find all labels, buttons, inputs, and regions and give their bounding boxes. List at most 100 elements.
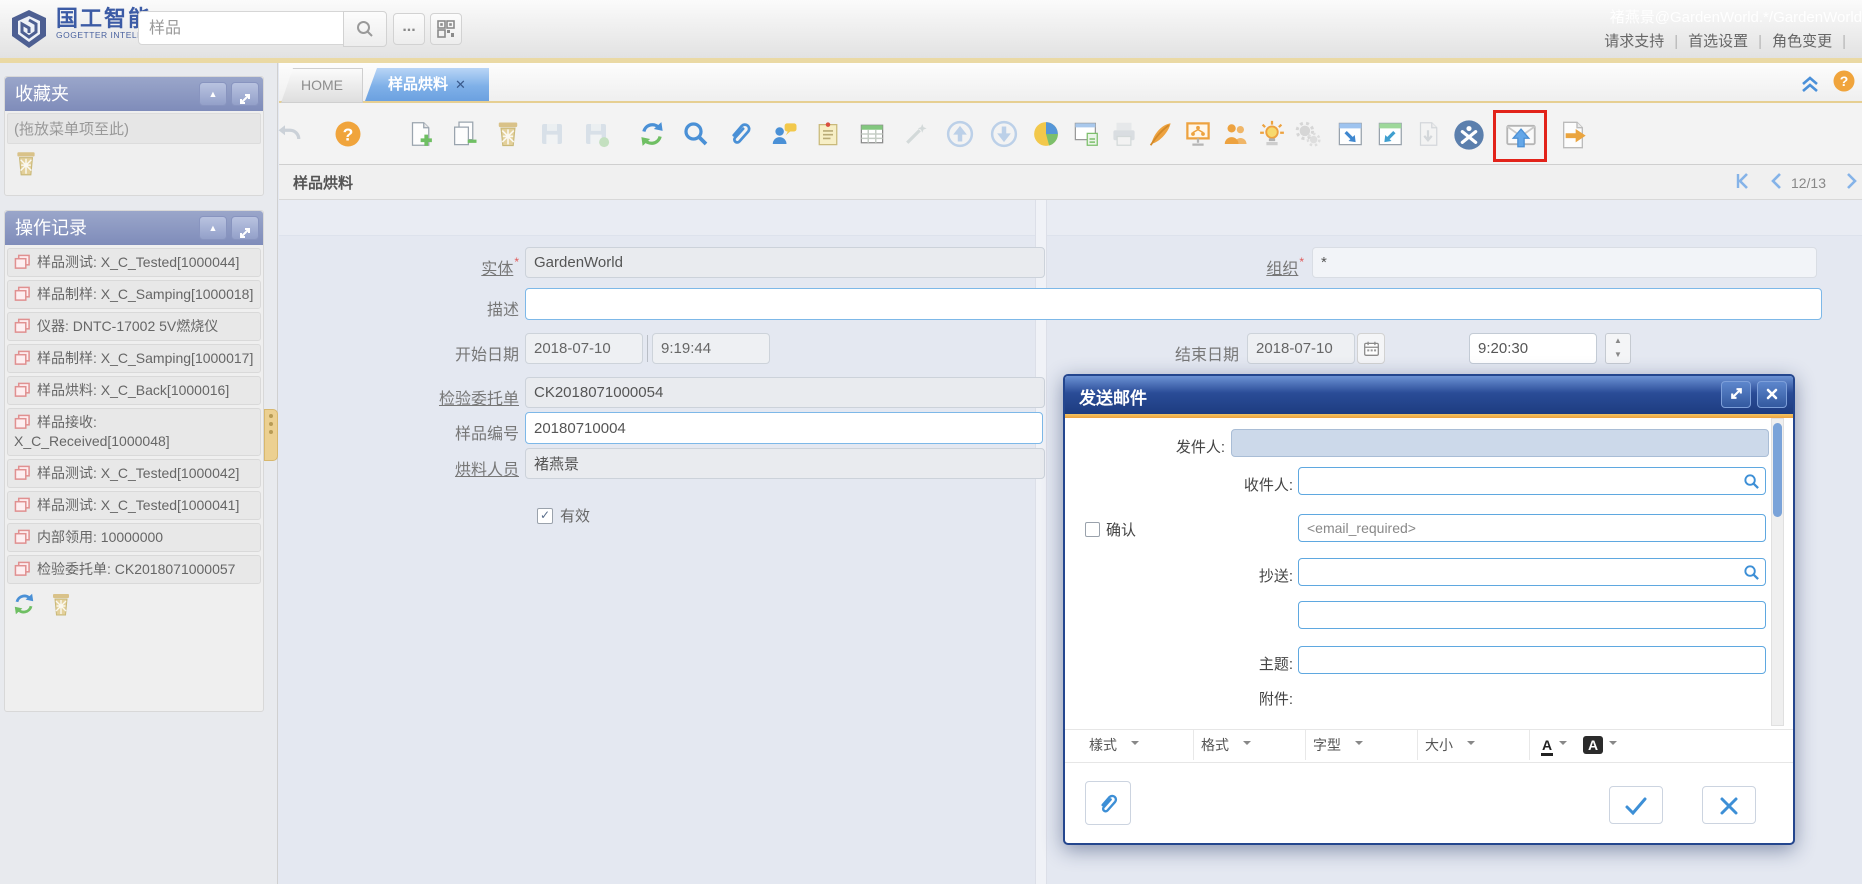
dialog-scrollbar[interactable] (1771, 418, 1784, 726)
lookup-icon[interactable] (681, 119, 711, 149)
link-preferences[interactable]: 首选设置 (1688, 33, 1748, 50)
editor-font-combo[interactable]: 字型 (1309, 730, 1418, 760)
memo-icon[interactable] (813, 119, 843, 149)
history-list-item[interactable]: 仪器: DNTC-17002 5V燃烧仪 (7, 312, 261, 341)
history-list-item[interactable]: 样品接收: X_C_Received[1000048] (7, 408, 261, 456)
dialog-cancel-button[interactable] (1702, 786, 1756, 824)
calendar-button[interactable] (1357, 333, 1385, 364)
history-list-item[interactable]: 检验委托单: CK2018071000057 (7, 555, 261, 584)
report-icon[interactable] (1071, 119, 1101, 149)
ack-checkbox[interactable] (1085, 522, 1100, 537)
favorites-collapse-button[interactable]: ▲ (199, 82, 227, 106)
entity-field[interactable]: GardenWorld (525, 247, 1045, 278)
history-list-item[interactable]: 样品测试: X_C_Tested[1000042] (7, 459, 261, 488)
baking-person-field[interactable]: 褚燕景 (525, 448, 1045, 479)
tab-home[interactable]: HOME (281, 68, 363, 103)
link-change-role[interactable]: 角色变更 (1772, 33, 1832, 50)
dialog-ok-button[interactable] (1609, 786, 1663, 824)
subject-input[interactable] (1298, 646, 1766, 674)
history-list-item[interactable]: 样品测试: X_C_Tested[1000041] (7, 491, 261, 520)
inspection-order-field[interactable]: CK2018071000054 (525, 377, 1045, 408)
email-required-input[interactable]: <email_required> (1298, 514, 1766, 542)
history-list-item[interactable]: 内部领用: 10000000 (7, 523, 261, 552)
cc-lookup-icon[interactable] (1743, 564, 1760, 581)
help-toolbar-icon[interactable]: ? (333, 119, 363, 149)
end-session-icon[interactable] (1453, 119, 1483, 149)
start-time-field[interactable]: 9:19:44 (652, 333, 770, 364)
to-lookup-icon[interactable] (1743, 473, 1760, 490)
dialog-scrollbar-thumb[interactable] (1773, 423, 1782, 517)
quick-entry-icon[interactable] (901, 119, 931, 149)
from-field[interactable] (1231, 429, 1769, 457)
history-list-item[interactable]: 样品制样: X_C_Samping[1000018] (7, 280, 261, 309)
parent-record-icon[interactable] (945, 119, 975, 149)
requery-icon[interactable] (637, 119, 667, 149)
collapse-header-icon[interactable] (1798, 71, 1822, 93)
chat-icon[interactable] (769, 119, 799, 149)
detached-window-icon[interactable] (1375, 119, 1405, 149)
tab-close-icon[interactable]: ✕ (455, 77, 466, 92)
first-record-button[interactable] (1732, 172, 1752, 195)
sample-no-input[interactable]: 20180710004 (525, 412, 1043, 444)
start-date-field[interactable]: 2018-07-10 (525, 333, 643, 364)
history-expand-button[interactable] (231, 216, 259, 240)
export-icon[interactable] (1557, 119, 1587, 149)
sidebar-splitter-handle[interactable] (264, 409, 278, 461)
editor-style-combo[interactable]: 樣式 (1085, 730, 1194, 760)
copy-record-icon[interactable] (449, 119, 479, 149)
save-create-icon[interactable] (581, 119, 611, 149)
history-collapse-button[interactable]: ▲ (199, 216, 227, 240)
new-window-icon[interactable] (1335, 119, 1365, 149)
history-list-item[interactable]: 样品制样: X_C_Samping[1000017] (7, 344, 261, 373)
favorites-expand-button[interactable] (231, 82, 259, 106)
customize-icon[interactable] (1293, 119, 1323, 149)
history-list-item[interactable]: 样品测试: X_C_Tested[1000044] (7, 248, 261, 277)
editor-size-combo[interactable]: 大小 (1421, 730, 1530, 760)
description-input[interactable] (525, 288, 1822, 320)
delete-record-icon[interactable] (493, 119, 523, 149)
workflow-activities-icon[interactable] (1257, 119, 1287, 149)
active-checkbox[interactable]: ✓ (537, 508, 553, 524)
detail-record-icon[interactable] (989, 119, 1019, 149)
attachment-icon[interactable] (725, 119, 755, 149)
link-request-support[interactable]: 请求支持 (1604, 33, 1664, 50)
search-button[interactable] (343, 11, 387, 47)
import-file-icon[interactable] (1413, 119, 1443, 149)
bcc-input[interactable] (1298, 601, 1766, 629)
end-date-field[interactable]: 2018-07-10 (1247, 333, 1355, 364)
undo-icon[interactable] (275, 119, 305, 149)
toggle-grid-icon[interactable] (857, 119, 887, 149)
chart-icon[interactable] (1031, 119, 1061, 149)
more-menu-button[interactable]: ... (393, 13, 425, 45)
dialog-maximize-button[interactable] (1721, 381, 1751, 408)
previous-record-button[interactable] (1768, 172, 1784, 195)
bg-color-button[interactable]: A (1579, 730, 1631, 760)
next-record-button[interactable] (1844, 172, 1860, 195)
help-icon[interactable]: ? (1832, 69, 1856, 93)
to-input[interactable] (1298, 467, 1766, 495)
archive-icon[interactable] (1145, 119, 1175, 149)
end-time-field[interactable]: 9:20:30 (1469, 333, 1597, 364)
users-icon[interactable] (1221, 119, 1251, 149)
workflow-icon[interactable] (1183, 119, 1213, 149)
new-record-icon[interactable] (405, 119, 435, 149)
print-icon[interactable] (1109, 119, 1139, 149)
editor-format-combo[interactable]: 格式 (1197, 730, 1306, 760)
top-header-bar: 国工智能 GOGETTER INTELLIGENCE 样品 ... 褚燕景@Ga… (0, 0, 1862, 59)
cc-input[interactable] (1298, 558, 1766, 586)
qr-code-button[interactable] (430, 13, 462, 45)
history-list-item[interactable]: 样品烘料: X_C_Back[1000016] (7, 376, 261, 405)
favorites-trash-icon[interactable] (13, 149, 39, 177)
history-refresh-icon[interactable] (11, 591, 37, 617)
global-search-input[interactable]: 样品 (138, 11, 344, 45)
save-icon[interactable] (537, 119, 567, 149)
dialog-attachment-button[interactable] (1085, 781, 1131, 825)
dialog-title-bar[interactable]: 发送邮件 (1065, 376, 1793, 414)
tab-active[interactable]: 样品烘料✕ (365, 68, 489, 101)
dialog-close-button[interactable] (1757, 381, 1787, 408)
send-email-icon[interactable] (1504, 119, 1534, 149)
history-trash-icon[interactable] (49, 591, 73, 617)
text-color-button[interactable]: A (1537, 730, 1583, 760)
org-field[interactable]: * (1312, 247, 1817, 278)
time-spinner[interactable]: ▲▼ (1605, 333, 1631, 364)
